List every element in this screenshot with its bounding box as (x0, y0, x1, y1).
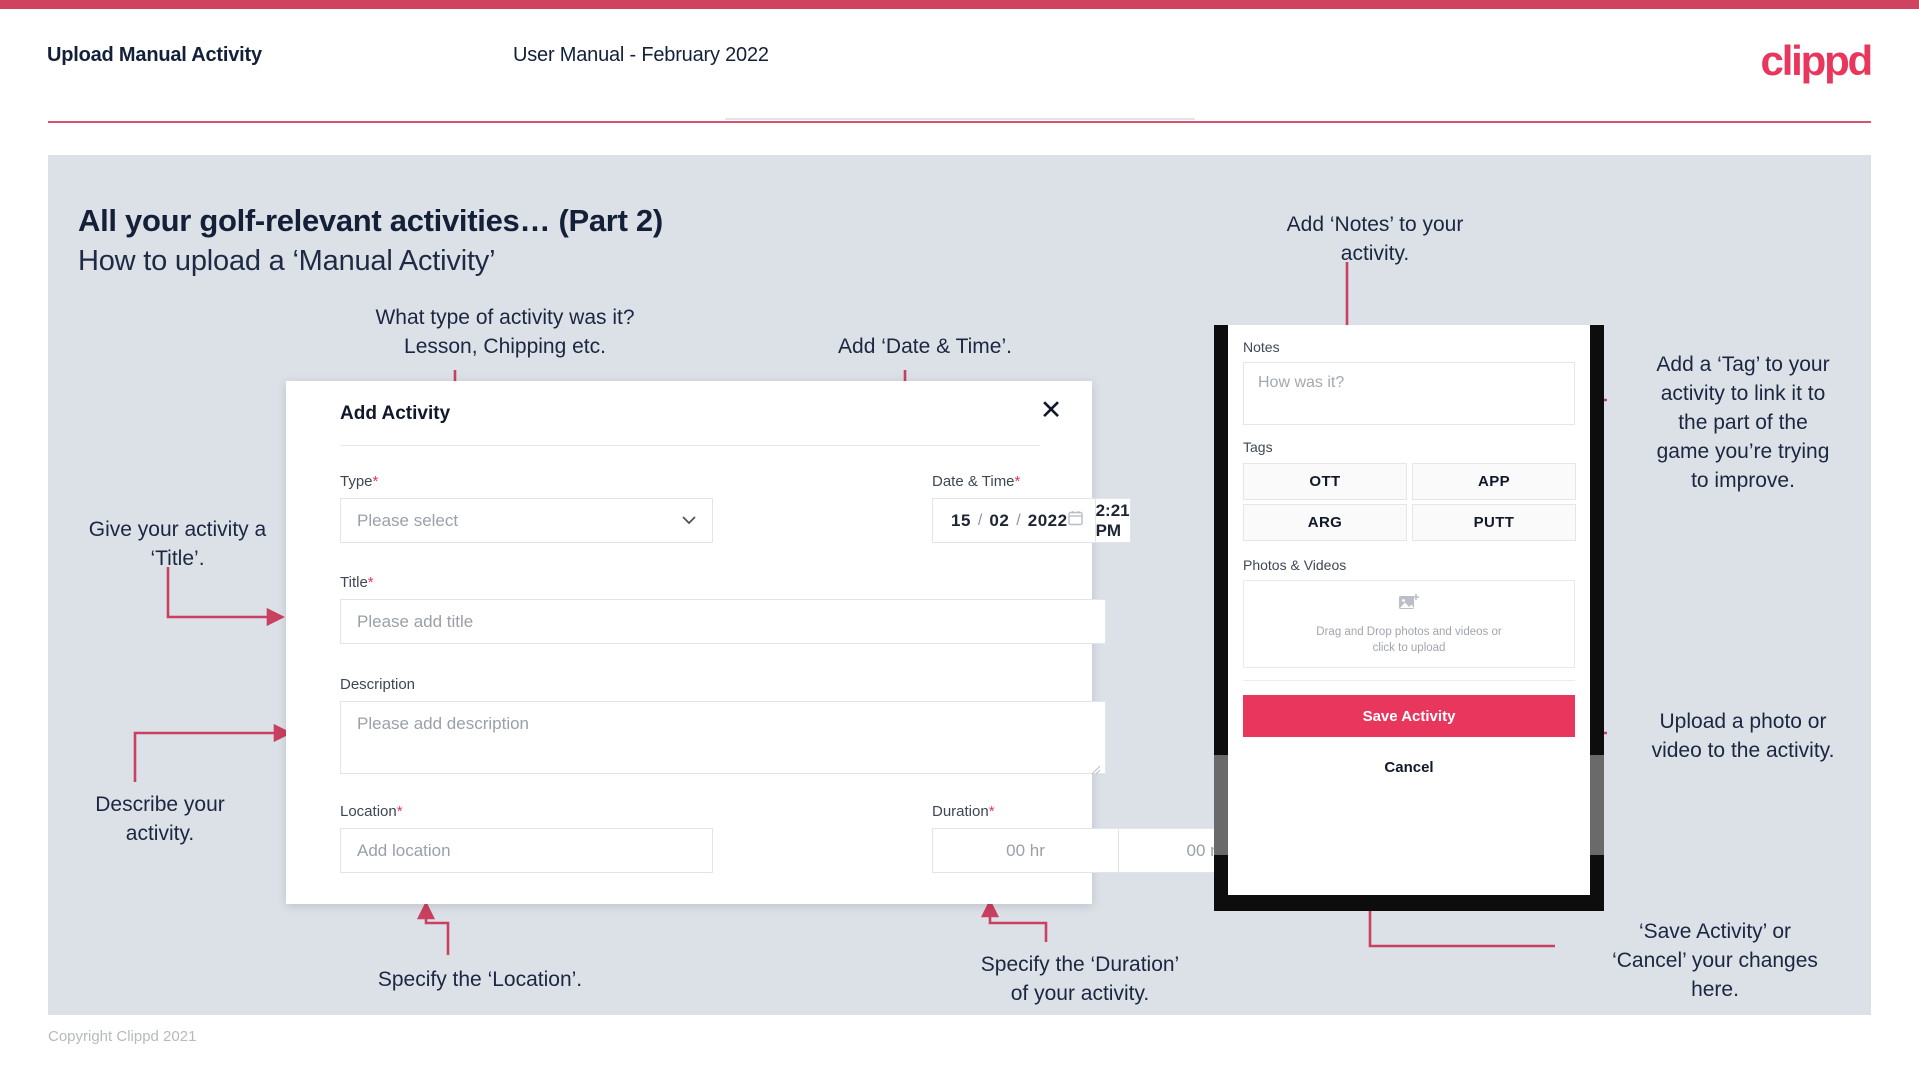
slide-subtitle: How to upload a ‘Manual Activity’ (78, 245, 496, 277)
date-sep-1: / (977, 511, 983, 529)
save-activity-button[interactable]: Save Activity (1243, 695, 1575, 737)
notes-textarea[interactable]: How was it? (1243, 362, 1575, 425)
annotation-description: Describe your activity. (95, 793, 225, 845)
field-type-label-text: Type (340, 473, 373, 490)
dialog-title: Add Activity (340, 403, 451, 424)
description-placeholder: Please add description (357, 714, 530, 733)
chevron-down-icon (682, 512, 696, 529)
header-divider-light (725, 118, 1195, 120)
title-placeholder: Please add title (357, 611, 474, 631)
close-icon[interactable]: ✕ (1036, 395, 1066, 425)
required-marker: * (367, 574, 374, 591)
phone-side-band-left (1214, 755, 1228, 855)
dropzone-line-2: click to upload (1372, 641, 1446, 654)
date-year: 2022 (1027, 510, 1068, 530)
annotation-type: What type of activity was it? Lesson, Chi… (375, 306, 635, 358)
location-placeholder: Add location (357, 840, 451, 860)
annotation-title: Give your activity a ‘Title’. (88, 518, 267, 570)
tag-ott[interactable]: OTT (1243, 463, 1407, 500)
header-divider (48, 121, 1871, 123)
annotation-notes: Add ‘Notes’ to your activity. (1286, 213, 1464, 265)
field-title-label-text: Title (340, 574, 368, 591)
required-marker: * (396, 803, 403, 820)
photos-videos-label: Photos & Videos (1243, 557, 1347, 573)
dialog-divider (340, 445, 1040, 446)
manual-label: User Manual - February 2022 (513, 44, 769, 66)
calendar-icon[interactable] (1067, 510, 1083, 531)
field-description: Description Please add description (340, 676, 1106, 775)
tag-app[interactable]: APP (1412, 463, 1576, 500)
field-description-label: Description (340, 676, 416, 693)
photo-dropzone[interactable]: Drag and Drop photos and videos or click… (1243, 580, 1575, 668)
tags-label: Tags (1243, 439, 1273, 455)
field-duration-label-text: Duration (932, 803, 989, 820)
field-type-label: Type* (340, 473, 713, 490)
resize-handle-icon[interactable] (1091, 760, 1101, 775)
cancel-button[interactable]: Cancel (1243, 759, 1575, 776)
dropzone-line-1: Drag and Drop photos and videos or (1316, 625, 1502, 638)
annotation-save: ‘Save Activity’ or ‘Cancel’ your changes h… (1612, 920, 1818, 1001)
title-input[interactable]: Please add title (340, 599, 1106, 644)
phone-divider (1243, 680, 1575, 681)
annotation-datetime: Add ‘Date & Time’. (838, 335, 1012, 358)
time-value: 2:21 PM (1095, 500, 1130, 540)
type-select[interactable]: Please select (340, 498, 713, 543)
annotation-duration: Specify the ‘Duration’ of your activity. (980, 953, 1180, 1005)
location-input[interactable]: Add location (340, 828, 713, 873)
phone-side-band-right (1590, 755, 1604, 855)
date-input[interactable]: 15 / 02 / 2022 (932, 498, 1096, 543)
required-marker: * (988, 803, 995, 820)
field-type: Type* Please select (340, 473, 713, 543)
type-placeholder: Please select (357, 510, 459, 530)
tag-arg[interactable]: ARG (1243, 504, 1407, 541)
slide-page: Upload Manual Activity User Manual - Feb… (0, 0, 1919, 1079)
annotation-upload: Upload a photo or video to the activity. (1651, 710, 1835, 762)
required-marker: * (1014, 473, 1021, 490)
field-location: Location* Add location (340, 803, 713, 873)
tags-grid: OTT APP ARG PUTT (1243, 463, 1576, 541)
notes-placeholder: How was it? (1258, 374, 1345, 391)
field-location-label-text: Location (340, 803, 397, 820)
required-marker: * (372, 473, 379, 490)
date-month: 02 (989, 510, 1010, 530)
phone-mockup: Notes How was it? Tags OTT APP ARG PUTT … (1214, 325, 1604, 911)
top-accent-bar (0, 0, 1919, 9)
page-title: Upload Manual Activity (47, 44, 262, 66)
footer-copyright: Copyright Clippd 2021 (48, 1028, 197, 1045)
date-sep-2: / (1016, 511, 1021, 529)
field-datetime-label-text: Date & Time (932, 473, 1015, 490)
description-textarea[interactable]: Please add description (340, 701, 1106, 775)
annotation-location: Specify the ‘Location’. (377, 968, 583, 991)
field-title-label: Title* (340, 574, 1106, 591)
dialog-header: Add Activity ✕ (286, 381, 1092, 443)
add-image-icon (1398, 593, 1420, 618)
slide-title: All your golf-relevant activities… (Part… (78, 203, 663, 238)
notes-label: Notes (1243, 339, 1280, 355)
add-activity-dialog: Add Activity ✕ Type* Please select Date … (286, 381, 1306, 904)
field-location-label: Location* (340, 803, 713, 820)
clippd-logo: clippd (1760, 37, 1874, 84)
phone-screen: Notes How was it? Tags OTT APP ARG PUTT … (1228, 325, 1590, 895)
dropzone-text: Drag and Drop photos and videos or click… (1316, 624, 1501, 656)
tag-putt[interactable]: PUTT (1412, 504, 1576, 541)
annotation-tag: Add a ‘Tag’ to your activity to link it t… (1656, 353, 1830, 492)
duration-hours-input[interactable]: 00 hr (932, 828, 1119, 873)
date-day: 15 (951, 510, 971, 530)
field-title: Title* Please add title (340, 574, 1106, 644)
time-input[interactable]: 2:21 PM (1095, 498, 1131, 543)
